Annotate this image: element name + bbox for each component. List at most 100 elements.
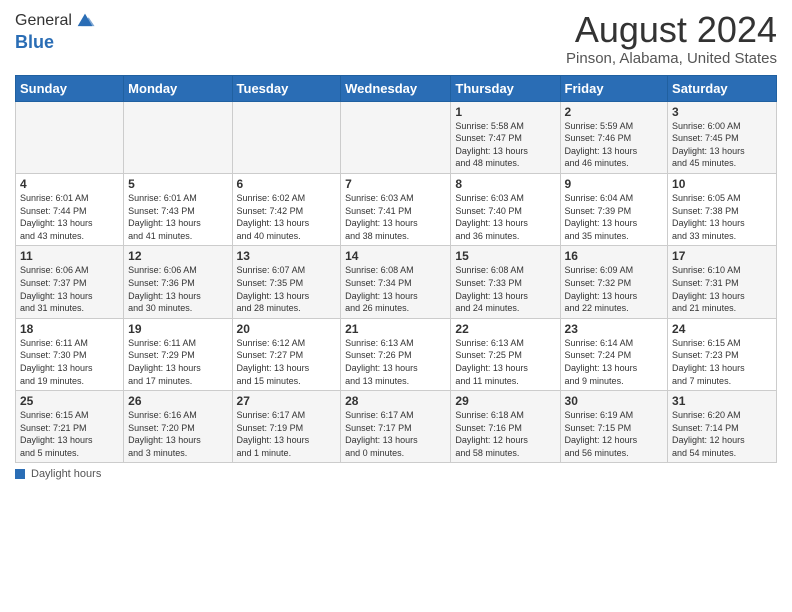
day-number: 10 xyxy=(672,177,772,191)
calendar-cell: 1Sunrise: 5:58 AM Sunset: 7:47 PM Daylig… xyxy=(451,101,560,173)
calendar-week-2: 4Sunrise: 6:01 AM Sunset: 7:44 PM Daylig… xyxy=(16,173,777,245)
day-info: Sunrise: 6:11 AM Sunset: 7:29 PM Dayligh… xyxy=(128,337,227,387)
calendar-cell: 13Sunrise: 6:07 AM Sunset: 7:35 PM Dayli… xyxy=(232,246,341,318)
day-number: 30 xyxy=(565,394,664,408)
day-info: Sunrise: 6:08 AM Sunset: 7:34 PM Dayligh… xyxy=(345,264,446,314)
calendar-week-1: 1Sunrise: 5:58 AM Sunset: 7:47 PM Daylig… xyxy=(16,101,777,173)
calendar-cell: 10Sunrise: 6:05 AM Sunset: 7:38 PM Dayli… xyxy=(668,173,777,245)
day-info: Sunrise: 6:03 AM Sunset: 7:40 PM Dayligh… xyxy=(455,192,555,242)
day-number: 15 xyxy=(455,249,555,263)
calendar-cell: 31Sunrise: 6:20 AM Sunset: 7:14 PM Dayli… xyxy=(668,391,777,463)
calendar-cell: 4Sunrise: 6:01 AM Sunset: 7:44 PM Daylig… xyxy=(16,173,124,245)
calendar-cell: 6Sunrise: 6:02 AM Sunset: 7:42 PM Daylig… xyxy=(232,173,341,245)
footer: Daylight hours xyxy=(15,468,777,480)
calendar-cell: 29Sunrise: 6:18 AM Sunset: 7:16 PM Dayli… xyxy=(451,391,560,463)
subtitle: Pinson, Alabama, United States xyxy=(566,50,777,67)
calendar-cell: 24Sunrise: 6:15 AM Sunset: 7:23 PM Dayli… xyxy=(668,318,777,390)
day-number: 27 xyxy=(237,394,337,408)
day-number: 14 xyxy=(345,249,446,263)
calendar-cell: 5Sunrise: 6:01 AM Sunset: 7:43 PM Daylig… xyxy=(124,173,232,245)
day-info: Sunrise: 6:09 AM Sunset: 7:32 PM Dayligh… xyxy=(565,264,664,314)
calendar-cell: 18Sunrise: 6:11 AM Sunset: 7:30 PM Dayli… xyxy=(16,318,124,390)
logo: General Blue xyxy=(15,10,96,53)
day-info: Sunrise: 6:08 AM Sunset: 7:33 PM Dayligh… xyxy=(455,264,555,314)
day-number: 28 xyxy=(345,394,446,408)
day-info: Sunrise: 6:01 AM Sunset: 7:44 PM Dayligh… xyxy=(20,192,119,242)
calendar-cell: 28Sunrise: 6:17 AM Sunset: 7:17 PM Dayli… xyxy=(341,391,451,463)
day-number: 19 xyxy=(128,322,227,336)
day-info: Sunrise: 6:17 AM Sunset: 7:17 PM Dayligh… xyxy=(345,409,446,459)
calendar: SundayMondayTuesdayWednesdayThursdayFrid… xyxy=(15,75,777,464)
day-number: 2 xyxy=(565,105,664,119)
day-info: Sunrise: 6:00 AM Sunset: 7:45 PM Dayligh… xyxy=(672,120,772,170)
page: General Blue August 2024 Pinson, Alabama… xyxy=(0,0,792,612)
title-block: August 2024 Pinson, Alabama, United Stat… xyxy=(566,10,777,67)
footer-label: Daylight hours xyxy=(31,468,101,480)
calendar-cell: 20Sunrise: 6:12 AM Sunset: 7:27 PM Dayli… xyxy=(232,318,341,390)
day-info: Sunrise: 6:06 AM Sunset: 7:37 PM Dayligh… xyxy=(20,264,119,314)
day-info: Sunrise: 6:01 AM Sunset: 7:43 PM Dayligh… xyxy=(128,192,227,242)
calendar-cell: 12Sunrise: 6:06 AM Sunset: 7:36 PM Dayli… xyxy=(124,246,232,318)
day-info: Sunrise: 6:13 AM Sunset: 7:26 PM Dayligh… xyxy=(345,337,446,387)
day-info: Sunrise: 6:10 AM Sunset: 7:31 PM Dayligh… xyxy=(672,264,772,314)
day-number: 25 xyxy=(20,394,119,408)
calendar-cell: 22Sunrise: 6:13 AM Sunset: 7:25 PM Dayli… xyxy=(451,318,560,390)
day-number: 6 xyxy=(237,177,337,191)
day-info: Sunrise: 6:14 AM Sunset: 7:24 PM Dayligh… xyxy=(565,337,664,387)
calendar-header-row: SundayMondayTuesdayWednesdayThursdayFrid… xyxy=(16,75,777,101)
day-info: Sunrise: 6:02 AM Sunset: 7:42 PM Dayligh… xyxy=(237,192,337,242)
day-info: Sunrise: 5:58 AM Sunset: 7:47 PM Dayligh… xyxy=(455,120,555,170)
calendar-cell: 17Sunrise: 6:10 AM Sunset: 7:31 PM Dayli… xyxy=(668,246,777,318)
calendar-header-monday: Monday xyxy=(124,75,232,101)
footer-dot xyxy=(15,469,25,479)
day-number: 20 xyxy=(237,322,337,336)
day-number: 1 xyxy=(455,105,555,119)
calendar-header-tuesday: Tuesday xyxy=(232,75,341,101)
calendar-week-5: 25Sunrise: 6:15 AM Sunset: 7:21 PM Dayli… xyxy=(16,391,777,463)
calendar-cell: 30Sunrise: 6:19 AM Sunset: 7:15 PM Dayli… xyxy=(560,391,668,463)
day-info: Sunrise: 6:19 AM Sunset: 7:15 PM Dayligh… xyxy=(565,409,664,459)
calendar-cell: 19Sunrise: 6:11 AM Sunset: 7:29 PM Dayli… xyxy=(124,318,232,390)
day-number: 24 xyxy=(672,322,772,336)
day-number: 26 xyxy=(128,394,227,408)
day-info: Sunrise: 6:05 AM Sunset: 7:38 PM Dayligh… xyxy=(672,192,772,242)
day-number: 16 xyxy=(565,249,664,263)
day-number: 29 xyxy=(455,394,555,408)
day-info: Sunrise: 5:59 AM Sunset: 7:46 PM Dayligh… xyxy=(565,120,664,170)
day-number: 7 xyxy=(345,177,446,191)
calendar-cell: 25Sunrise: 6:15 AM Sunset: 7:21 PM Dayli… xyxy=(16,391,124,463)
calendar-cell: 14Sunrise: 6:08 AM Sunset: 7:34 PM Dayli… xyxy=(341,246,451,318)
calendar-cell: 15Sunrise: 6:08 AM Sunset: 7:33 PM Dayli… xyxy=(451,246,560,318)
calendar-cell xyxy=(232,101,341,173)
day-info: Sunrise: 6:06 AM Sunset: 7:36 PM Dayligh… xyxy=(128,264,227,314)
calendar-cell xyxy=(124,101,232,173)
calendar-cell: 21Sunrise: 6:13 AM Sunset: 7:26 PM Dayli… xyxy=(341,318,451,390)
day-number: 9 xyxy=(565,177,664,191)
day-number: 23 xyxy=(565,322,664,336)
day-info: Sunrise: 6:15 AM Sunset: 7:23 PM Dayligh… xyxy=(672,337,772,387)
calendar-header-saturday: Saturday xyxy=(668,75,777,101)
calendar-cell: 16Sunrise: 6:09 AM Sunset: 7:32 PM Dayli… xyxy=(560,246,668,318)
calendar-header-wednesday: Wednesday xyxy=(341,75,451,101)
calendar-cell: 11Sunrise: 6:06 AM Sunset: 7:37 PM Dayli… xyxy=(16,246,124,318)
day-number: 17 xyxy=(672,249,772,263)
day-info: Sunrise: 6:13 AM Sunset: 7:25 PM Dayligh… xyxy=(455,337,555,387)
day-info: Sunrise: 6:18 AM Sunset: 7:16 PM Dayligh… xyxy=(455,409,555,459)
logo-general-text: General xyxy=(15,12,72,30)
day-info: Sunrise: 6:12 AM Sunset: 7:27 PM Dayligh… xyxy=(237,337,337,387)
calendar-header-friday: Friday xyxy=(560,75,668,101)
day-info: Sunrise: 6:07 AM Sunset: 7:35 PM Dayligh… xyxy=(237,264,337,314)
day-info: Sunrise: 6:11 AM Sunset: 7:30 PM Dayligh… xyxy=(20,337,119,387)
calendar-header-sunday: Sunday xyxy=(16,75,124,101)
day-info: Sunrise: 6:03 AM Sunset: 7:41 PM Dayligh… xyxy=(345,192,446,242)
day-number: 18 xyxy=(20,322,119,336)
header: General Blue August 2024 Pinson, Alabama… xyxy=(15,10,777,67)
day-info: Sunrise: 6:16 AM Sunset: 7:20 PM Dayligh… xyxy=(128,409,227,459)
day-number: 4 xyxy=(20,177,119,191)
calendar-cell: 27Sunrise: 6:17 AM Sunset: 7:19 PM Dayli… xyxy=(232,391,341,463)
calendar-cell: 3Sunrise: 6:00 AM Sunset: 7:45 PM Daylig… xyxy=(668,101,777,173)
day-number: 31 xyxy=(672,394,772,408)
day-number: 22 xyxy=(455,322,555,336)
day-info: Sunrise: 6:17 AM Sunset: 7:19 PM Dayligh… xyxy=(237,409,337,459)
day-number: 13 xyxy=(237,249,337,263)
